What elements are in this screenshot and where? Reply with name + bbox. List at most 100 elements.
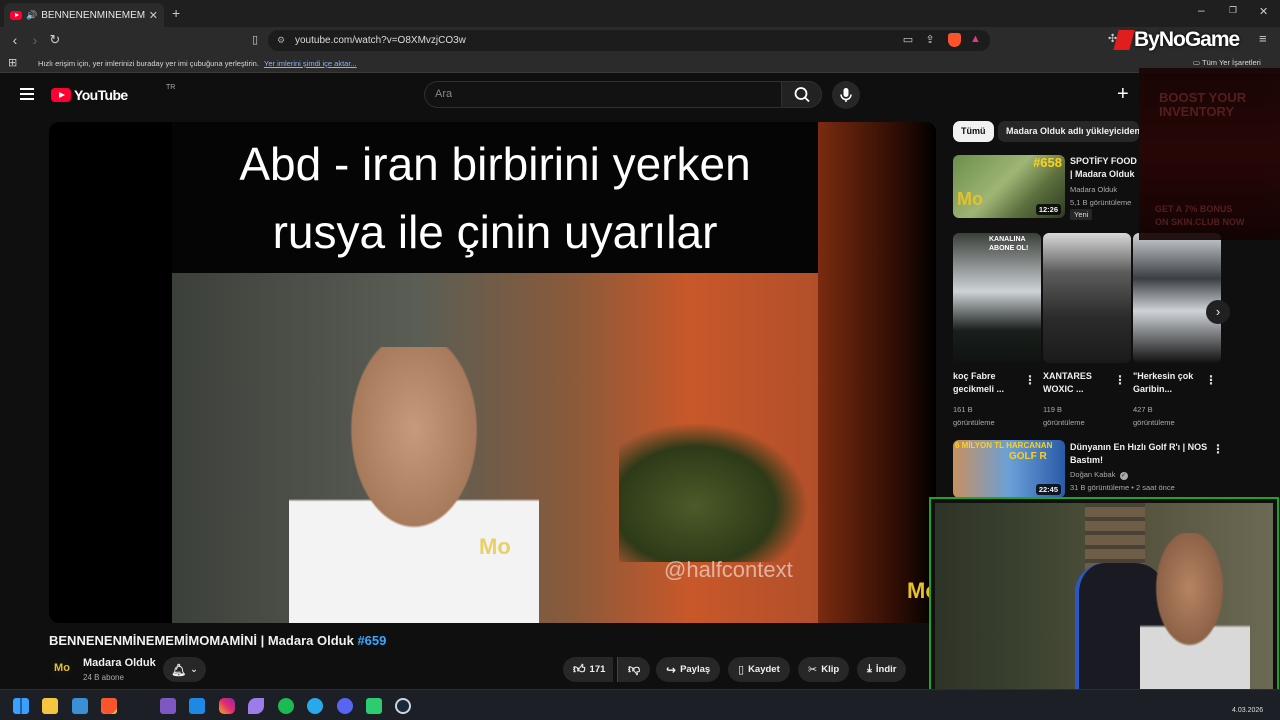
restore-icon[interactable]: ❐ [1229, 5, 1237, 16]
share-page-icon[interactable]: ⇪ [921, 31, 939, 49]
back-icon[interactable]: ‹ [6, 31, 24, 49]
clip-label: Klip [821, 664, 840, 675]
short1-more-icon[interactable]: ⋮ [1024, 374, 1036, 386]
download-button[interactable]: ⤓ İndir [857, 657, 907, 682]
spotify-icon[interactable] [278, 698, 294, 714]
bookmark-hint: Hızlı erişim için, yer imlerinizi burada… [38, 59, 259, 68]
rec2-thumbnail[interactable]: 6 MİLYON TL HARCANAN GOLF R 22:45 [953, 440, 1065, 498]
windows-start-icon[interactable] [13, 698, 29, 714]
channel-name[interactable]: Madara Olduk [83, 657, 156, 669]
rec1-views: 5,1 B görüntüleme [1070, 198, 1132, 207]
taskbar-date[interactable]: 4.03.2026 [1232, 707, 1263, 714]
scissors-icon: ✂ [808, 664, 818, 676]
bynogame-wordmark: ByNoGame [1134, 28, 1240, 51]
video-hashtag[interactable]: #659 [357, 633, 386, 648]
short3-thumbnail[interactable] [1133, 233, 1221, 363]
import-bookmarks-link[interactable]: Yer imlerini şimdi içe aktar... [264, 59, 357, 68]
search-input[interactable]: Ara [424, 81, 781, 108]
reload-icon[interactable]: ↻ [46, 31, 64, 49]
steam-icon[interactable] [395, 698, 411, 714]
short2-more-icon[interactable]: ⋮ [1114, 374, 1126, 386]
address-bar[interactable]: ⚙ youtube.com/watch?v=O8XMvzjCO3w [268, 30, 990, 51]
ad-line-2: INVENTORY [1159, 104, 1235, 119]
bookmark-bar: ⊞ Hızlı erişim için, yer imlerinizi bura… [0, 53, 1280, 73]
short1-thumbnail[interactable]: KANALINA ABONE OL! [953, 233, 1041, 363]
brave-shield-icon[interactable] [948, 33, 961, 47]
chip-from-uploader[interactable]: Madara Olduk adlı yükleyiciden [998, 121, 1139, 142]
all-bookmarks[interactable]: ▭ Tüm Yer İşaretleri [1193, 58, 1261, 67]
share-label: Paylaş [680, 664, 711, 675]
channel-avatar[interactable]: Mo [51, 657, 73, 679]
rec2-title[interactable]: Dünyanın En Hızlı Golf R'ı | NOS Bastım! [1070, 441, 1210, 467]
download-label: İndir [875, 664, 897, 675]
save-button[interactable]: ▯ Kaydet [728, 657, 790, 682]
file-explorer-icon[interactable] [42, 698, 58, 714]
discord-icon[interactable] [337, 698, 353, 714]
minimize-icon[interactable]: – [1198, 3, 1205, 17]
hamburger-menu-icon[interactable] [20, 88, 34, 100]
bell-icon: 🔔︎ [171, 662, 187, 677]
caption-line-2: rusya ile çinin uyarılar [272, 205, 718, 258]
bookmark-icon[interactable]: ▯ [246, 31, 264, 49]
subscriber-count: 24 B abone [83, 673, 124, 682]
short3-title[interactable]: "Herkesin çok Garibin... [1133, 370, 1197, 396]
webcam-person [1140, 533, 1250, 691]
brave-browser-icon[interactable] [101, 698, 117, 714]
telegram-icon[interactable] [307, 698, 323, 714]
forward-icon[interactable]: › [26, 31, 44, 49]
video-frame-edge [818, 122, 936, 623]
instagram-icon[interactable] [219, 698, 235, 714]
youtube-wordmark: YouTube [74, 87, 128, 103]
youtube-play-icon [51, 88, 71, 102]
rec2-channel-name: Doğan Kabak [1070, 470, 1116, 479]
share-button[interactable]: ↪ Paylaş [656, 657, 721, 682]
tab-close-icon[interactable]: ✕ [149, 9, 158, 22]
cast-icon[interactable]: ▭ [899, 31, 917, 49]
clip-button[interactable]: ✂ Klip [798, 657, 850, 682]
short1-title[interactable]: koç Fabre gecikmeli ... [953, 370, 1013, 396]
youtube-header: YouTube TR Ara + [0, 73, 1280, 117]
brave-rewards-icon[interactable]: ▲ [970, 33, 981, 45]
rec1-channel[interactable]: Madara Olduk [1070, 184, 1117, 195]
create-icon[interactable]: + [1117, 82, 1129, 106]
rec2-more-icon[interactable]: ⋮ [1212, 443, 1224, 455]
photos-icon[interactable] [72, 698, 88, 714]
save-label: Kaydet [748, 664, 780, 675]
short2-title[interactable]: XANTARES WOXIC ... [1043, 370, 1103, 396]
site-info-icon[interactable]: ⚙ [277, 30, 285, 51]
vscode-icon[interactable] [189, 698, 205, 714]
url-text: youtube.com/watch?v=O8XMvzjCO3w [295, 35, 466, 46]
short3-more-icon[interactable]: ⋮ [1205, 374, 1217, 386]
search-icon [794, 87, 810, 103]
like-button[interactable]: 👍︎ 171 [563, 657, 614, 682]
speaker-icon[interactable]: 🔊 [26, 10, 37, 21]
rec1-thumbnail[interactable]: Mo #658 12:26 [953, 155, 1065, 218]
youtube-logo[interactable]: YouTube TR [51, 84, 175, 103]
feather-app-icon[interactable] [248, 698, 264, 714]
notifications-button[interactable]: 🔔︎ ⌄ [163, 657, 206, 682]
chip-all[interactable]: Tümü [953, 121, 994, 142]
rec1-title[interactable]: SPOTİFY FOOD | Madara Olduk #658 [1070, 155, 1140, 181]
rec2-channel[interactable]: Doğan Kabak ✓ [1070, 469, 1128, 480]
new-tab-icon[interactable]: + [172, 5, 180, 21]
video-frame-plant [619, 422, 809, 562]
menu-icon[interactable]: ≡ [1259, 31, 1267, 46]
shorts-next-button[interactable]: › [1206, 300, 1230, 324]
region-code: TR [166, 84, 176, 91]
apps-grid-icon[interactable]: ⊞ [8, 56, 17, 69]
short2-thumbnail[interactable] [1043, 233, 1131, 363]
voice-search-button[interactable] [832, 81, 860, 109]
search-button[interactable] [781, 81, 822, 108]
rec1-mo-logo: Mo [957, 189, 983, 209]
video-frame-person [289, 347, 539, 623]
game-app-icon[interactable] [366, 698, 382, 714]
visual-studio-icon[interactable] [160, 698, 176, 714]
video-player[interactable]: Abd - iran birbirini yerken rusya ile çi… [49, 122, 936, 623]
ad-overlay: BOOST YOUR INVENTORY GET A 7% BONUS ON S… [1139, 68, 1280, 240]
taskbar: 4.03.2026 [0, 689, 1280, 720]
dislike-button[interactable]: 👎︎ [617, 657, 651, 682]
window-close-icon[interactable]: ✕ [1259, 5, 1268, 18]
video-caption: Abd - iran birbirini yerken rusya ile çi… [172, 122, 818, 273]
browser-tab[interactable]: 🔊 BENNENENMİNEMEMİMOMAMİNİ | Madara Oldu… [4, 3, 164, 27]
like-count: 171 [589, 664, 606, 675]
